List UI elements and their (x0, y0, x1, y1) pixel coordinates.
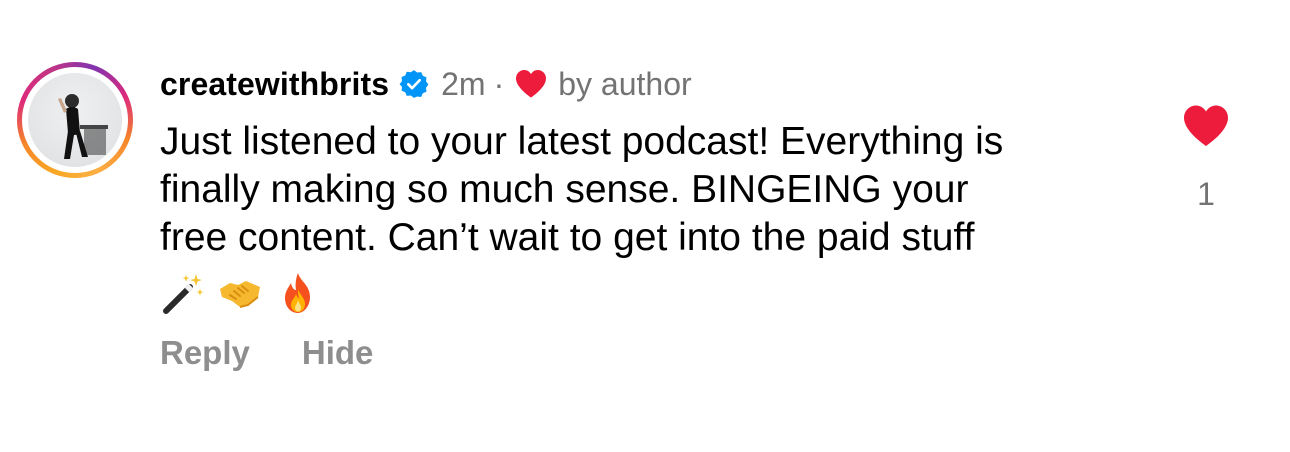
comment-body: Just listened to your latest podcast! Ev… (160, 118, 1150, 318)
comment-actions: Reply Hide (160, 334, 373, 372)
avatar-story-ring[interactable] (17, 62, 133, 178)
magic-wand-icon (163, 274, 204, 314)
verified-badge-icon (399, 70, 429, 98)
comment-timestamp: 2m (441, 65, 486, 102)
comment-emojis (160, 268, 1150, 318)
liked-by-author-label: by author (558, 65, 692, 102)
username[interactable]: createwithbrits (160, 66, 389, 103)
separator-dot: · (493, 65, 505, 102)
avatar (28, 73, 122, 167)
handshake-icon (220, 281, 260, 308)
heart-icon (516, 70, 547, 98)
like-count[interactable]: 1 (1182, 176, 1230, 213)
fire-icon (285, 273, 310, 313)
comment-text: Just listened to your latest podcast! Ev… (160, 120, 1004, 259)
hide-button[interactable]: Hide (302, 334, 374, 372)
like-heart-icon[interactable] (1182, 104, 1230, 148)
comment-header: createwithbrits 2m · by author (160, 62, 692, 106)
avatar-photo (58, 94, 108, 159)
reply-button[interactable]: Reply (160, 334, 250, 372)
